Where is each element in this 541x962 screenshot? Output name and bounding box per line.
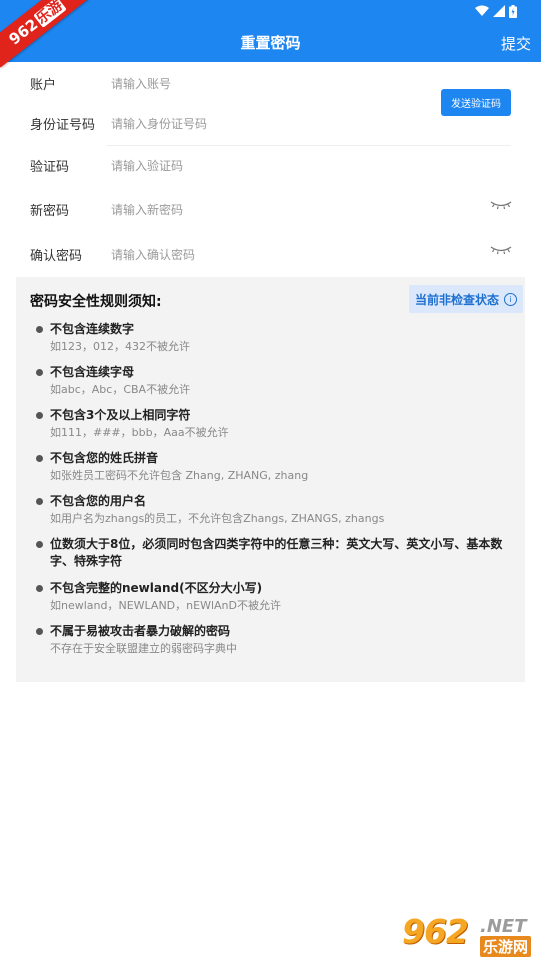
bullet xyxy=(36,498,43,505)
watermark-net: .NET xyxy=(480,916,527,937)
bullet xyxy=(36,585,43,592)
status-bar-icons xyxy=(475,3,517,19)
rule-desc: 如用户名为zhangs的员工，不允许包含Zhangs, ZHANGS, zhan… xyxy=(50,512,385,525)
bullet xyxy=(36,455,43,462)
rule-title: 不包含连续字母 xyxy=(50,365,135,379)
password-rules-panel: 密码安全性规则须知: 当前非检查状态 i 不包含连续数字 如123，012，43… xyxy=(16,277,525,682)
rule-title: 不包含3个及以上相同字符 xyxy=(50,408,191,422)
new-password-input[interactable] xyxy=(111,198,471,222)
bullet xyxy=(36,412,43,419)
rule-desc: 不存在于安全联盟建立的弱密码字典中 xyxy=(50,642,237,655)
verify-code-label: 验证码 xyxy=(30,160,70,175)
id-number-label: 身份证号码 xyxy=(30,118,96,133)
rule-desc: 如newland，NEWLAND，nEWlAnD不被允许 xyxy=(50,599,281,612)
site-watermark-logo: 962 .NET 乐游网 xyxy=(402,912,538,958)
id-number-input[interactable] xyxy=(111,112,411,136)
eye-closed-icon[interactable] xyxy=(490,243,512,257)
page-title: 重置密码 xyxy=(240,34,301,52)
rule-desc: 如123，012，432不被允许 xyxy=(50,340,190,353)
account-label: 账户 xyxy=(30,78,57,93)
verify-code-input[interactable] xyxy=(111,154,421,178)
bullet xyxy=(36,628,43,635)
wifi-icon xyxy=(475,5,489,16)
rule-title: 不包含您的姓氏拼音 xyxy=(50,451,159,465)
rule-title: 不属于易被攻击者暴力破解的密码 xyxy=(50,624,231,638)
bullet xyxy=(36,369,43,376)
rule-desc: 如abc，Abc，CBA不被允许 xyxy=(50,383,191,396)
info-icon: i xyxy=(504,292,517,306)
check-status-toggle[interactable]: 当前非检查状态 i xyxy=(408,285,523,313)
new-password-label: 新密码 xyxy=(30,204,70,219)
confirm-password-input[interactable] xyxy=(111,243,471,267)
battery-icon xyxy=(509,4,517,18)
rule-desc: 如111，###，bbb，Aaa不被允许 xyxy=(50,426,229,439)
eye-closed-icon[interactable] xyxy=(490,198,512,212)
verify-code-row: 验证码 xyxy=(0,144,541,188)
rules-heading: 密码安全性规则须知: xyxy=(30,294,162,310)
watermark-number: 962 xyxy=(402,912,469,951)
rule-desc: 如张姓员工密码不允许包含 Zhang, ZHANG, zhang xyxy=(50,469,309,482)
signal-icon xyxy=(493,5,505,17)
confirm-password-row: 确认密码 xyxy=(0,233,541,277)
account-input[interactable] xyxy=(111,72,411,96)
new-password-row: 新密码 xyxy=(0,188,541,232)
bullet xyxy=(36,326,43,333)
send-verify-code-button[interactable]: 发送验证码 xyxy=(441,89,511,116)
check-status-label: 当前非检查状态 xyxy=(414,292,499,307)
submit-button[interactable]: 提交 xyxy=(501,33,531,54)
rule-title: 位数须大于8位，必须同时包含四类字符中的任意三种：英文大写、英文小写、基本数字、… xyxy=(50,537,503,568)
watermark-site-name: 乐游网 xyxy=(480,936,532,957)
app-bar: 重置密码 提交 xyxy=(0,0,541,62)
confirm-password-label: 确认密码 xyxy=(30,249,83,264)
rule-title: 不包含完整的newland(不区分大小写) xyxy=(50,581,263,595)
rule-title: 不包含连续数字 xyxy=(50,322,135,336)
bullet xyxy=(36,541,43,548)
rule-title: 不包含您的用户名 xyxy=(50,494,147,508)
